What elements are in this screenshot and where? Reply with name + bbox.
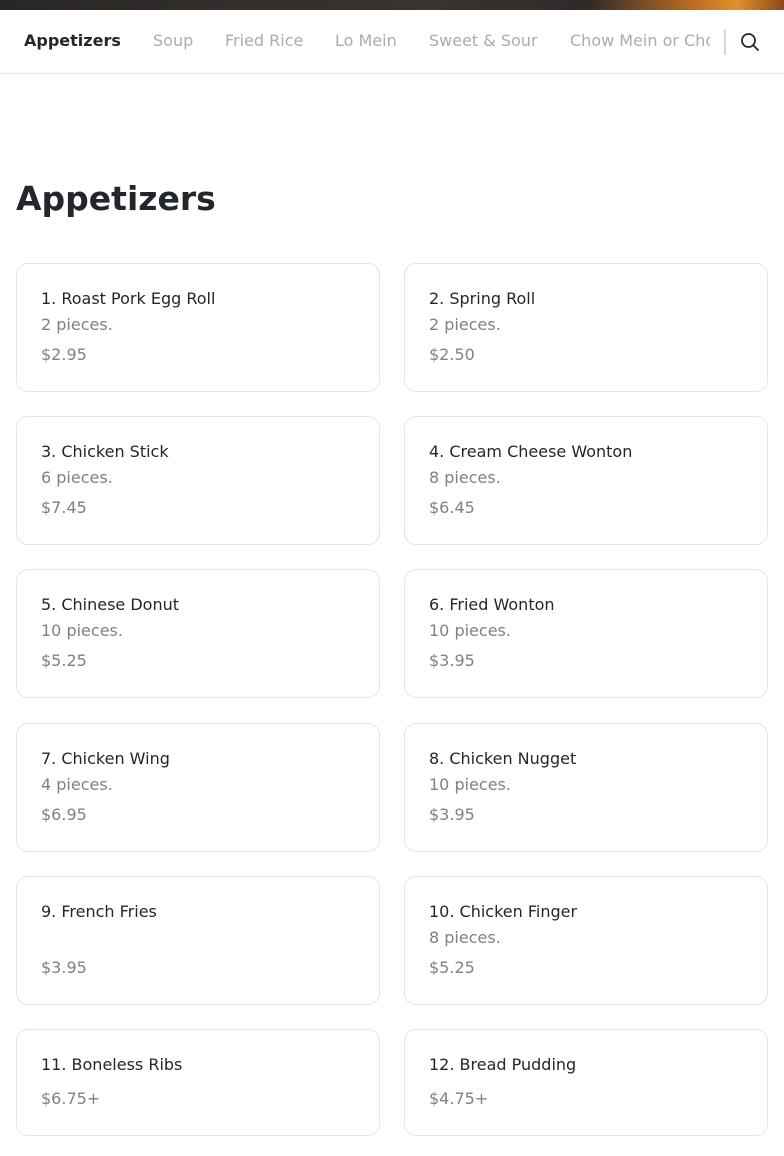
search-button[interactable] bbox=[737, 29, 763, 55]
tab-appetizers[interactable]: Appetizers bbox=[24, 31, 121, 50]
item-name: 10. Chicken Finger bbox=[429, 902, 578, 921]
item-price: $2.95 bbox=[41, 345, 87, 364]
item-price: $5.25 bbox=[41, 651, 87, 670]
tab-sweet-and-sour[interactable]: Sweet & Sour bbox=[429, 31, 538, 50]
item-price: $6.75+ bbox=[41, 1089, 101, 1108]
item-price: $3.95 bbox=[429, 805, 475, 824]
item-name: 1. Roast Pork Egg Roll bbox=[41, 289, 216, 308]
tab-fried-rice[interactable]: Fried Rice bbox=[225, 31, 303, 50]
item-price: $3.95 bbox=[429, 651, 475, 670]
item-description: 4 pieces. bbox=[41, 775, 113, 794]
item-price: $3.95 bbox=[41, 958, 87, 977]
item-description: 10 pieces. bbox=[429, 621, 511, 640]
menu-item-card[interactable]: 4. Cream Cheese Wonton 8 pieces. $6.45 bbox=[404, 416, 768, 545]
item-price: $7.45 bbox=[41, 498, 87, 517]
item-name: 4. Cream Cheese Wonton bbox=[429, 442, 633, 461]
item-name: 12. Bread Pudding bbox=[429, 1055, 577, 1074]
menu-item-card[interactable]: 5. Chinese Donut 10 pieces. $5.25 bbox=[16, 569, 380, 698]
menu-item-card[interactable]: 12. Bread Pudding $4.75+ bbox=[404, 1029, 768, 1136]
menu-item-card[interactable]: 9. French Fries $3.95 bbox=[16, 876, 380, 1005]
item-name: 3. Chicken Stick bbox=[41, 442, 169, 461]
category-nav: Appetizers Soup Fried Rice Lo Mein Sweet… bbox=[0, 10, 784, 74]
item-description: 2 pieces. bbox=[41, 315, 113, 334]
tab-lo-mein[interactable]: Lo Mein bbox=[335, 31, 397, 50]
item-name: 6. Fried Wonton bbox=[429, 595, 555, 614]
item-name: 9. French Fries bbox=[41, 902, 157, 921]
category-tabs: Appetizers Soup Fried Rice Lo Mein Sweet… bbox=[0, 10, 710, 73]
section-title: Appetizers bbox=[16, 179, 216, 218]
menu-item-card[interactable]: 2. Spring Roll 2 pieces. $2.50 bbox=[404, 263, 768, 392]
item-name: 2. Spring Roll bbox=[429, 289, 536, 308]
item-description: 2 pieces. bbox=[429, 315, 501, 334]
item-description: 10 pieces. bbox=[41, 621, 123, 640]
item-price: $6.45 bbox=[429, 498, 475, 517]
hero-image-strip bbox=[0, 0, 784, 10]
item-description: 6 pieces. bbox=[41, 468, 113, 487]
menu-item-card[interactable]: 10. Chicken Finger 8 pieces. $5.25 bbox=[404, 876, 768, 1005]
item-price: $6.95 bbox=[41, 805, 87, 824]
item-description: 8 pieces. bbox=[429, 468, 501, 487]
menu-item-card[interactable]: 1. Roast Pork Egg Roll 2 pieces. $2.95 bbox=[16, 263, 380, 392]
tab-chow-mein-or-chop-suey[interactable]: Chow Mein or Chop Suey bbox=[570, 31, 710, 50]
item-name: 8. Chicken Nugget bbox=[429, 749, 577, 768]
menu-item-card[interactable]: 6. Fried Wonton 10 pieces. $3.95 bbox=[404, 569, 768, 698]
item-description: 8 pieces. bbox=[429, 928, 501, 947]
menu-item-card[interactable]: 11. Boneless Ribs $6.75+ bbox=[16, 1029, 380, 1136]
tab-soup[interactable]: Soup bbox=[153, 31, 193, 50]
search-icon bbox=[741, 33, 759, 51]
item-price: $4.75+ bbox=[429, 1089, 489, 1108]
item-name: 7. Chicken Wing bbox=[41, 749, 170, 768]
item-name: 5. Chinese Donut bbox=[41, 595, 180, 614]
item-name: 11. Boneless Ribs bbox=[41, 1055, 183, 1074]
item-price: $5.25 bbox=[429, 958, 475, 977]
menu-item-card[interactable]: 8. Chicken Nugget 10 pieces. $3.95 bbox=[404, 723, 768, 852]
item-description: 10 pieces. bbox=[429, 775, 511, 794]
menu-item-card[interactable]: 7. Chicken Wing 4 pieces. $6.95 bbox=[16, 723, 380, 852]
nav-divider bbox=[724, 29, 726, 55]
menu-item-card[interactable]: 3. Chicken Stick 6 pieces. $7.45 bbox=[16, 416, 380, 545]
item-price: $2.50 bbox=[429, 345, 475, 364]
